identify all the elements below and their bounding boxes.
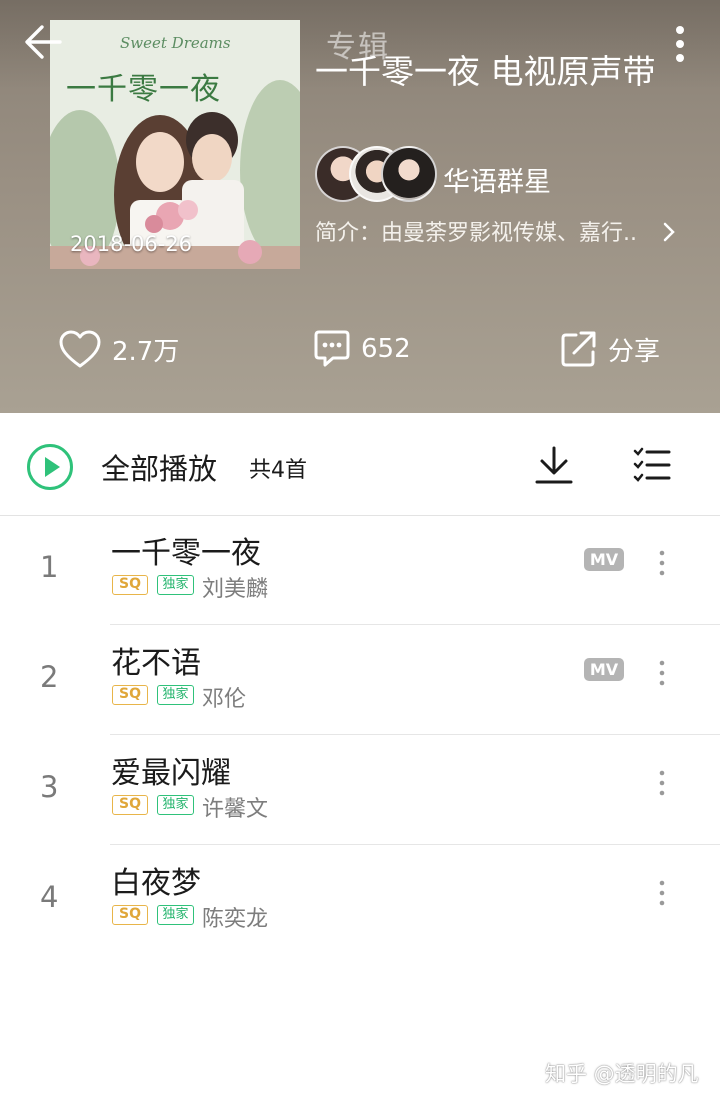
comment-icon — [314, 330, 350, 367]
song-title: 花不语 — [111, 646, 201, 681]
comment-count: 652 — [361, 334, 411, 364]
song-row[interactable]: 3 爱最闪耀 SQ 独家 许馨文 — [0, 735, 720, 845]
song-count: 共4首 — [249, 458, 307, 483]
watermark: 知乎 @透明的凡 — [545, 1062, 699, 1086]
comment-button[interactable]: 652 — [313, 326, 411, 372]
song-row[interactable]: 4 白夜梦 SQ 独家 陈奕龙 — [0, 845, 720, 955]
song-index: 4 — [40, 880, 59, 914]
album-header: 专辑 Sweet Dreams 一千零一夜 2018-06-26 一千零一夜 电… — [0, 0, 720, 413]
song-index: 3 — [40, 770, 59, 804]
more-vertical-icon[interactable] — [654, 878, 670, 908]
song-title: 白夜梦 — [111, 866, 201, 901]
like-count: 2.7万 — [112, 336, 180, 367]
sq-badge: SQ — [112, 575, 148, 595]
song-row[interactable]: 2 花不语 SQ 独家 邓伦 MV — [0, 625, 720, 735]
heart-icon — [59, 330, 101, 368]
cover-title: 一千零一夜 — [66, 72, 221, 107]
sq-badge: SQ — [112, 685, 148, 705]
sq-badge: SQ — [112, 905, 148, 925]
multi-select-icon[interactable] — [632, 446, 672, 484]
mv-button[interactable]: MV — [584, 548, 624, 571]
exclusive-badge: 独家 — [157, 685, 194, 705]
share-label: 分享 — [608, 336, 661, 367]
avatar — [381, 146, 437, 202]
song-title: 爱最闪耀 — [111, 756, 231, 791]
share-button[interactable]: 分享 — [560, 326, 660, 372]
page-title: 专辑 — [326, 30, 390, 65]
more-vertical-icon[interactable] — [654, 658, 670, 688]
song-index: 2 — [40, 660, 59, 694]
artist-avatars[interactable] — [315, 146, 437, 204]
download-icon[interactable] — [534, 444, 574, 486]
song-row[interactable]: 1 一千零一夜 SQ 独家 刘美麟 MV — [0, 515, 720, 625]
exclusive-badge: 独家 — [157, 795, 194, 815]
share-icon — [561, 331, 596, 367]
song-singer: 陈奕龙 — [202, 907, 269, 932]
back-arrow-icon[interactable] — [20, 18, 68, 66]
artist-name[interactable]: 华语群星 — [443, 160, 551, 199]
more-vertical-icon[interactable] — [654, 768, 670, 798]
mv-button[interactable]: MV — [584, 658, 624, 681]
more-vertical-icon[interactable] — [654, 548, 670, 578]
song-singer: 许馨文 — [202, 797, 269, 822]
song-singer: 刘美麟 — [202, 577, 269, 602]
song-title: 一千零一夜 — [111, 536, 261, 571]
cover-subtitle: Sweet Dreams — [120, 34, 231, 52]
song-index: 1 — [40, 550, 59, 584]
album-intro[interactable]: 简介：由曼荼罗影视传媒、嘉行.. — [315, 215, 685, 247]
play-all-button[interactable]: 全部播放 — [101, 446, 217, 488]
release-date: 2018-06-26 — [70, 232, 193, 256]
exclusive-badge: 独家 — [157, 905, 194, 925]
album-cover[interactable]: Sweet Dreams 一千零一夜 2018-06-26 — [50, 20, 300, 269]
more-vertical-icon[interactable] — [664, 20, 696, 68]
sq-badge: SQ — [112, 795, 148, 815]
song-singer: 邓伦 — [202, 687, 247, 712]
like-button[interactable]: 2.7万 — [58, 326, 179, 372]
exclusive-badge: 独家 — [157, 575, 194, 595]
play-all-icon[interactable] — [26, 443, 74, 491]
chevron-right-icon[interactable] — [660, 219, 678, 245]
